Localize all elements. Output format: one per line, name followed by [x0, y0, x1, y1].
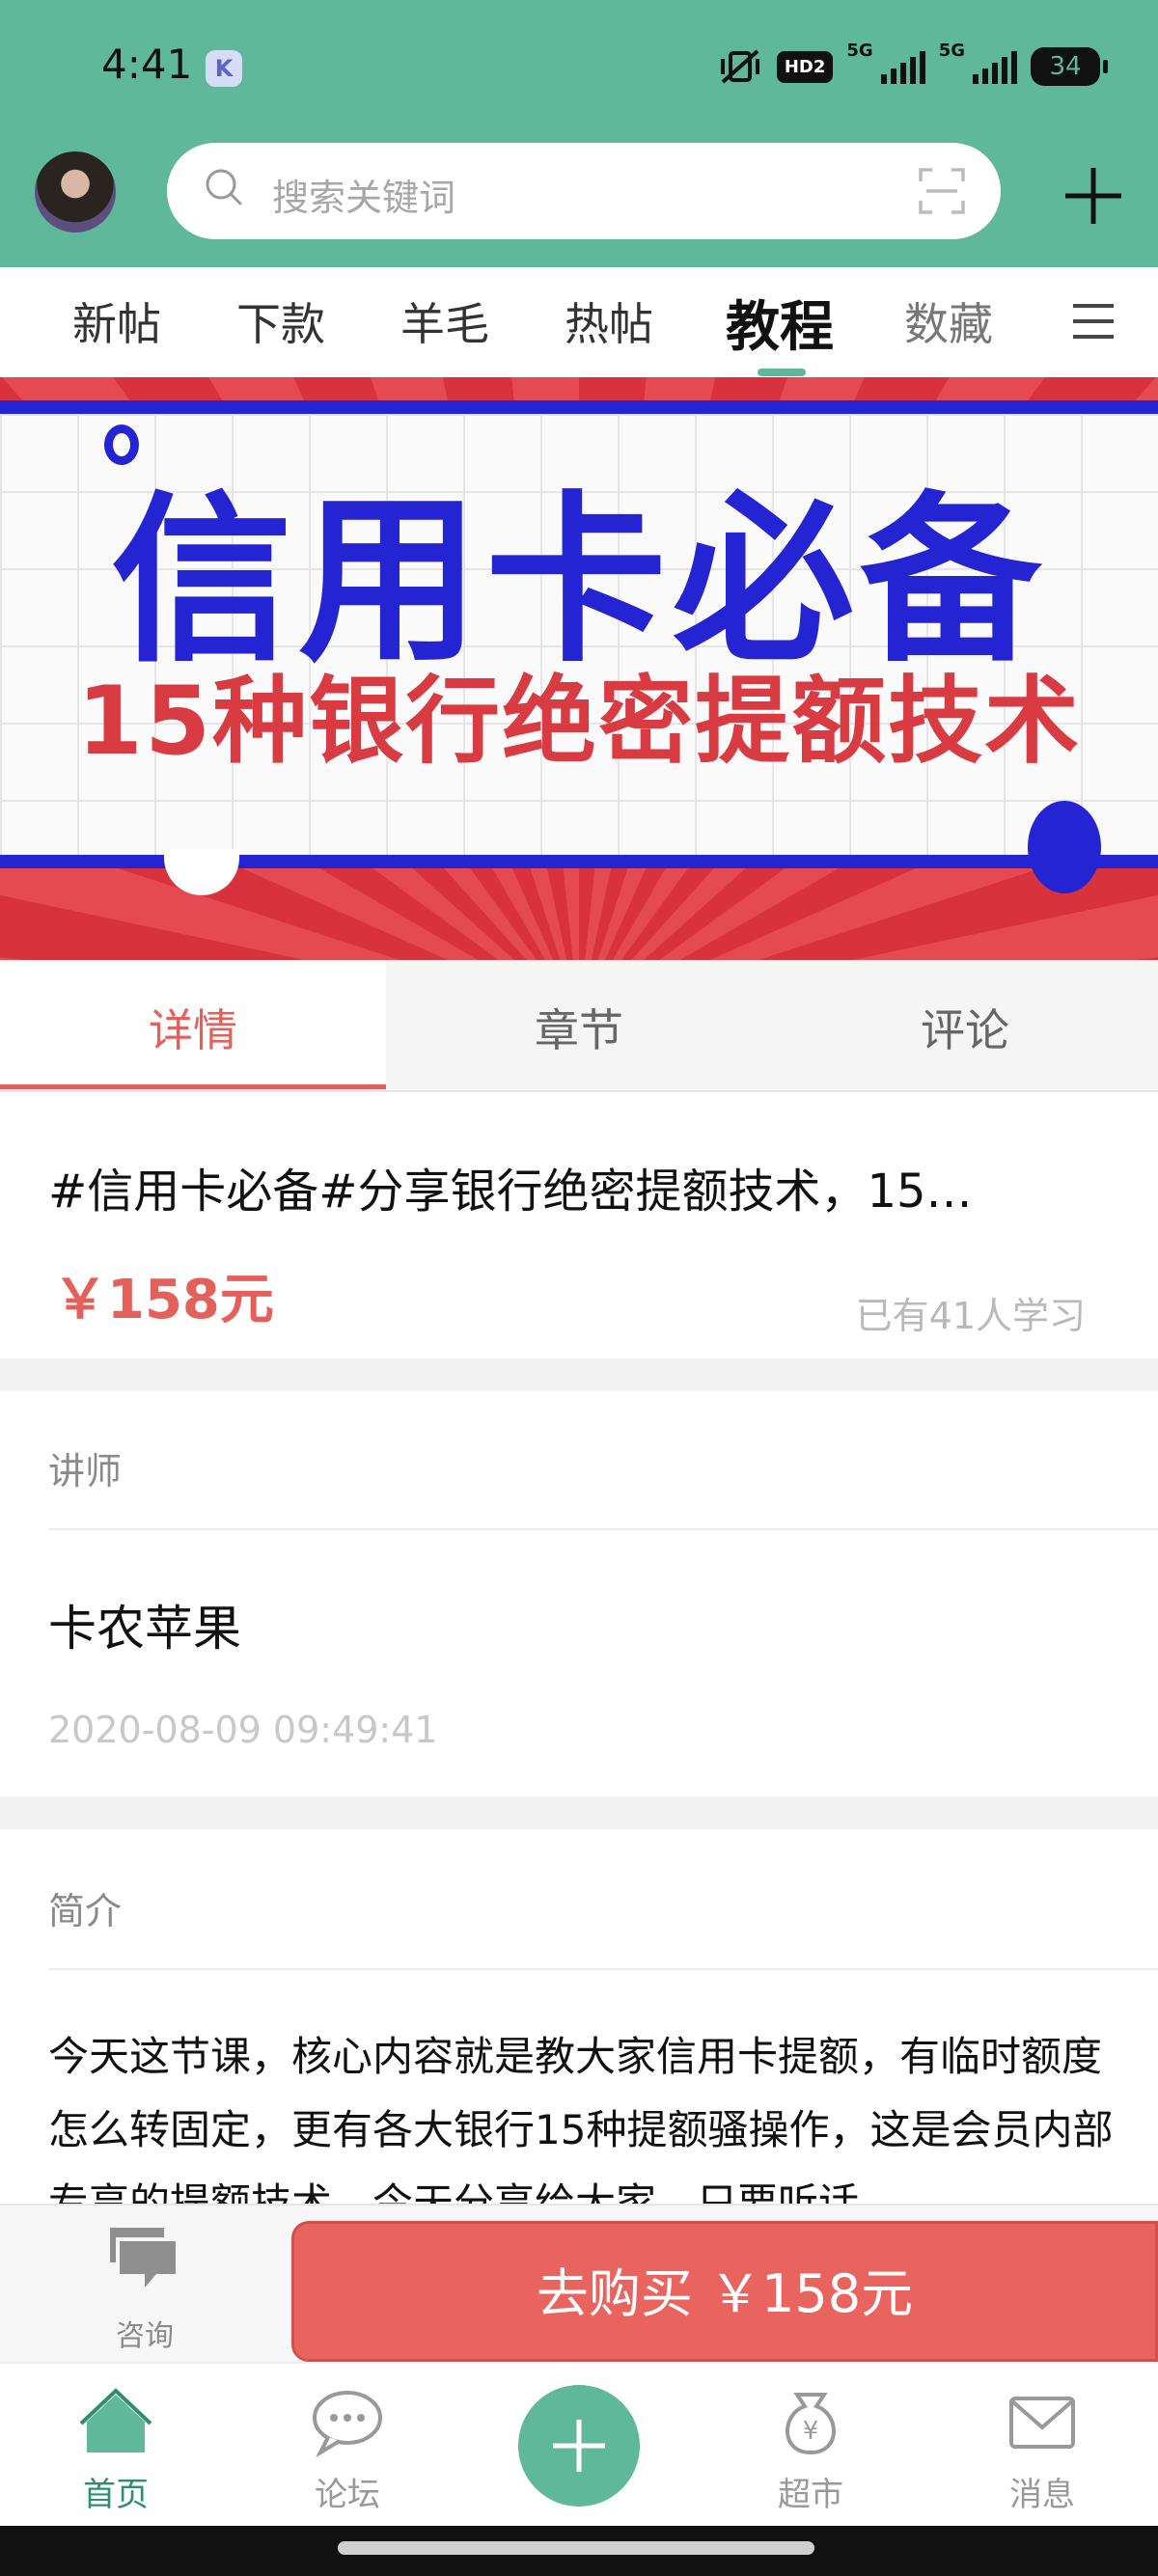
divider [48, 1968, 1158, 1970]
tab-jiaocheng[interactable]: 教程 [726, 284, 834, 362]
banner-subtitle: 15种银行绝密提额技术 [76, 667, 1082, 777]
nav-forum-label[interactable]: 论坛 [270, 2468, 425, 2515]
course-price: ￥158元 [53, 1269, 274, 1331]
nav-message-label[interactable]: 消息 [965, 2468, 1119, 2515]
search-placeholder: 搜索关键词 [272, 177, 456, 219]
tab-shucang[interactable]: 数藏 [904, 289, 993, 353]
notification-app-icon: K [206, 50, 242, 87]
nav-home-label[interactable]: 首页 [39, 2468, 193, 2515]
tab-xintie[interactable]: 新帖 [72, 289, 161, 353]
add-icon[interactable] [1062, 164, 1125, 228]
network-type-1: 5G [846, 41, 873, 61]
tab-retie[interactable]: 热帖 [565, 289, 653, 353]
svg-text:¥: ¥ [803, 2417, 819, 2446]
active-tab-indicator [0, 1084, 386, 1089]
battery-icon: 34 [1031, 47, 1108, 86]
mute-vibrate-icon [720, 49, 759, 84]
market-icon[interactable]: ¥ [733, 2385, 888, 2458]
search-icon [206, 169, 242, 206]
tab-comments[interactable]: 评论 [772, 996, 1158, 1059]
signal-icon [880, 49, 925, 84]
chat-bubbles-icon[interactable] [106, 2224, 183, 2293]
section-divider [0, 1358, 1158, 1391]
tab-chapters[interactable]: 章节 [386, 996, 772, 1059]
consult-label[interactable]: 咨询 [0, 2312, 290, 2354]
home-indicator[interactable] [338, 2541, 814, 2555]
home-icon[interactable] [39, 2385, 193, 2458]
message-icon[interactable] [965, 2385, 1119, 2458]
menu-icon[interactable] [1071, 302, 1116, 341]
active-tab-indicator [758, 369, 806, 376]
forum-icon[interactable] [270, 2385, 425, 2458]
banner-decoration [1028, 801, 1101, 893]
nav-market-label[interactable]: 超市 [733, 2468, 888, 2515]
lecturer-name[interactable]: 卡农苹果 [48, 1590, 241, 1659]
publish-button[interactable] [518, 2385, 640, 2507]
signal-icon [973, 49, 1017, 84]
intro-section-label: 简介 [48, 1890, 123, 1932]
intro-text: 今天这节课，核心内容就是教大家信用卡提额，有临时额度怎么转固定，更有各大银行15… [48, 2033, 1114, 2204]
course-title: #信用卡必备#分享银行绝密提额技术，15… [48, 1165, 973, 1219]
tab-xiakuan[interactable]: 下款 [236, 289, 325, 353]
tab-details[interactable]: 详情 [0, 996, 386, 1059]
hd-voice-badge: HD2 [776, 50, 834, 83]
section-divider [0, 1796, 1158, 1829]
learner-count: 已有41人学习 [855, 1295, 1086, 1337]
status-indicators: HD2 5G 5G 34 [717, 41, 1108, 91]
scan-icon[interactable] [917, 166, 967, 216]
network-type-2: 5G [938, 41, 965, 61]
status-time: 4:41 [101, 41, 193, 88]
user-avatar[interactable] [35, 151, 116, 233]
tab-yangmao[interactable]: 羊毛 [400, 289, 489, 353]
buy-button[interactable]: 去购买 ￥158元 [291, 2221, 1158, 2362]
divider [48, 1528, 1158, 1530]
lecturer-section-label: 讲师 [48, 1450, 123, 1493]
post-date: 2020-08-09 09:49:41 [48, 1709, 438, 1751]
